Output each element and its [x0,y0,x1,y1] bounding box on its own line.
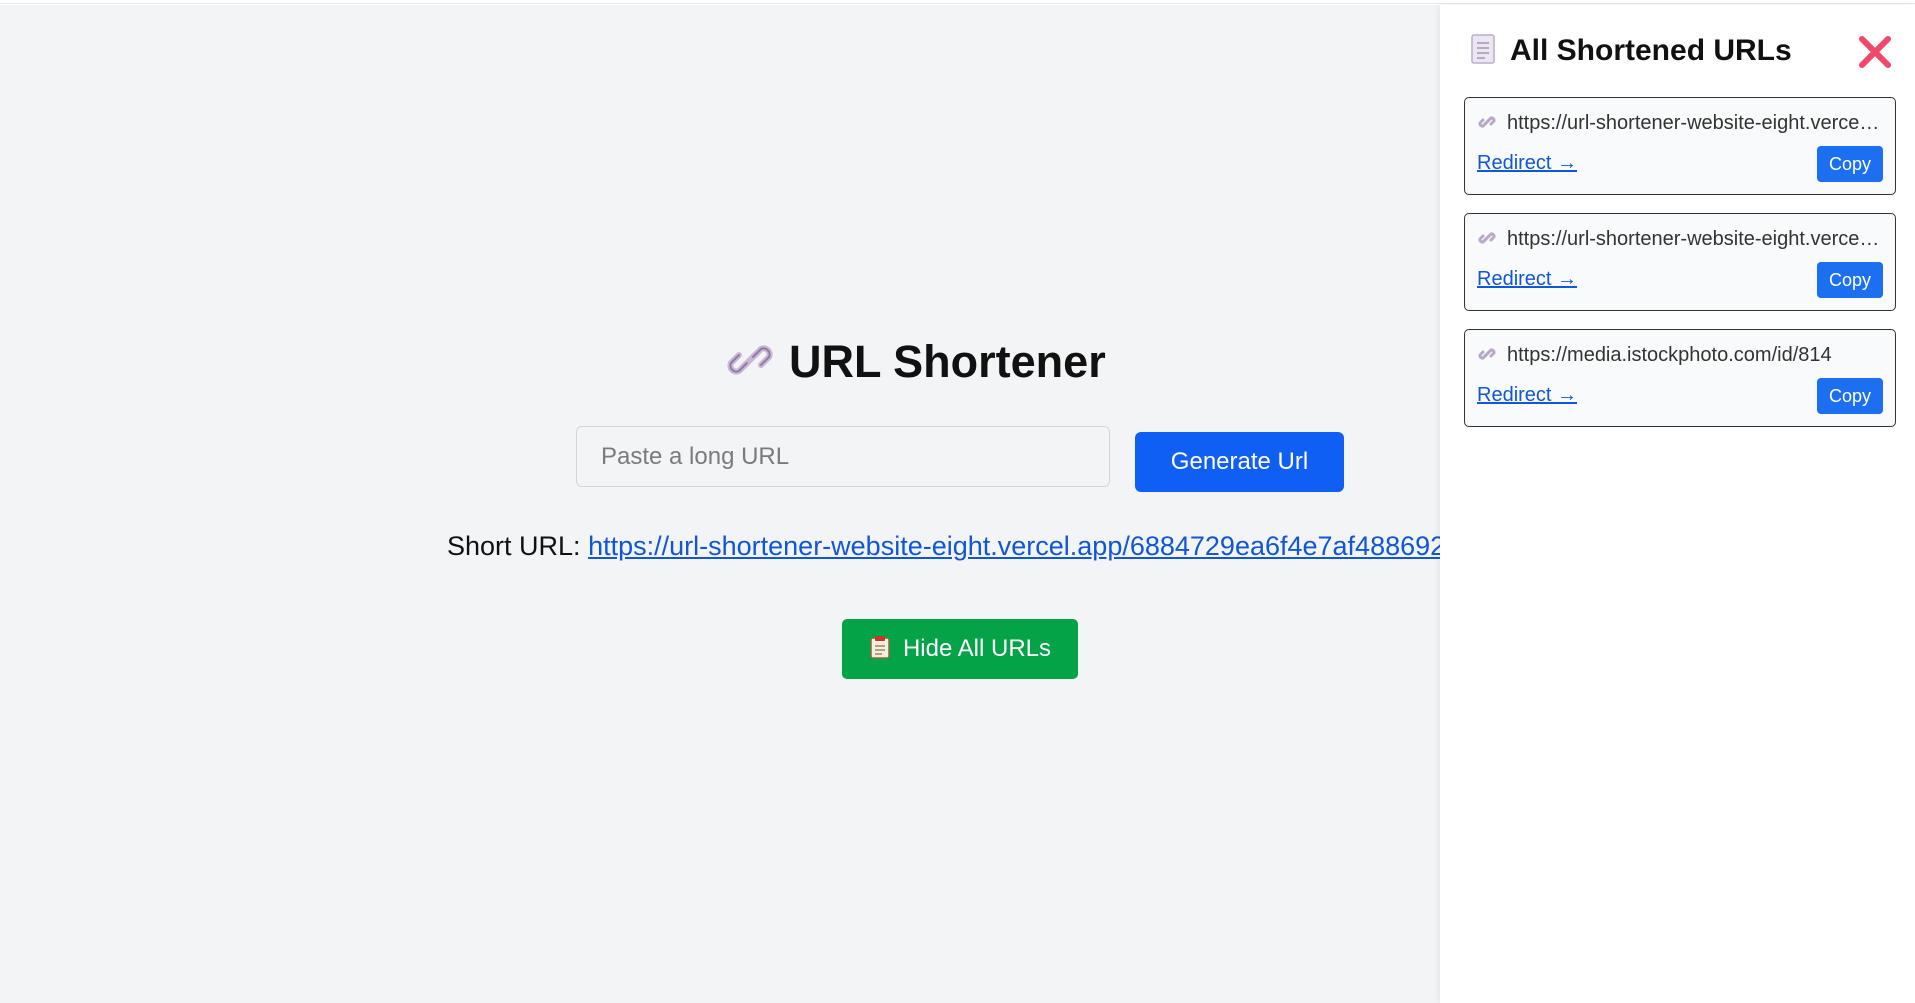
copy-button[interactable]: Copy [1817,146,1883,182]
hide-all-urls-button[interactable]: Hide All URLs [842,619,1078,679]
copy-button[interactable]: Copy [1817,378,1883,414]
url-input[interactable] [576,426,1110,487]
link-icon [1478,232,1496,244]
page-title: URL Shortener [0,335,1440,388]
urls-sidebar: All Shortened URLs https://url-shortener… [1440,5,1915,1003]
hide-all-urls-label: Hide All URLs [902,635,1052,662]
card-url-text: https://media.istockphoto.com/id/814 [1507,344,1832,366]
page: URL Shortener Generate Url Short URL: ht… [0,0,1915,1003]
card-url-text: https://url-shortener-website-eight.verc… [1507,112,1882,134]
redirect-link[interactable]: Redirect → [1477,268,1577,291]
browser-top-edge [0,0,1915,4]
short-url-link[interactable]: https://url-shortener-website-eight.verc… [588,531,1440,561]
redirect-link[interactable]: Redirect → [1477,152,1577,175]
generate-url-button[interactable]: Generate Url [1135,432,1344,492]
main-content: URL Shortener Generate Url Short URL: ht… [0,5,1440,1003]
sidebar-title: All Shortened URLs [1470,33,1792,68]
card-url: https://media.istockphoto.com/id/814 [1477,344,1882,367]
redirect-link[interactable]: Redirect → [1477,384,1577,407]
card-url: https://url-shortener-website-eight.verc… [1477,228,1882,251]
close-icon[interactable] [1856,33,1894,71]
short-url-label: Short URL: [447,531,581,561]
page-title-text: URL Shortener [789,336,1106,387]
sidebar-title-text: All Shortened URLs [1510,34,1792,67]
url-card: https://url-shortener-website-eight.verc… [1464,97,1896,195]
card-url-text: https://url-shortener-website-eight.verc… [1507,228,1882,250]
link-icon [1478,348,1496,360]
link-icon [1478,116,1496,128]
url-card: https://media.istockphoto.com/id/814 Red… [1464,329,1896,427]
document-icon [1471,34,1495,64]
card-url: https://url-shortener-website-eight.verc… [1477,112,1882,135]
url-card: https://url-shortener-website-eight.verc… [1464,213,1896,311]
link-icon [727,345,773,375]
copy-button[interactable]: Copy [1817,262,1883,298]
clipboard-icon [870,636,890,659]
short-url-row: Short URL: https://url-shortener-website… [447,531,1440,562]
